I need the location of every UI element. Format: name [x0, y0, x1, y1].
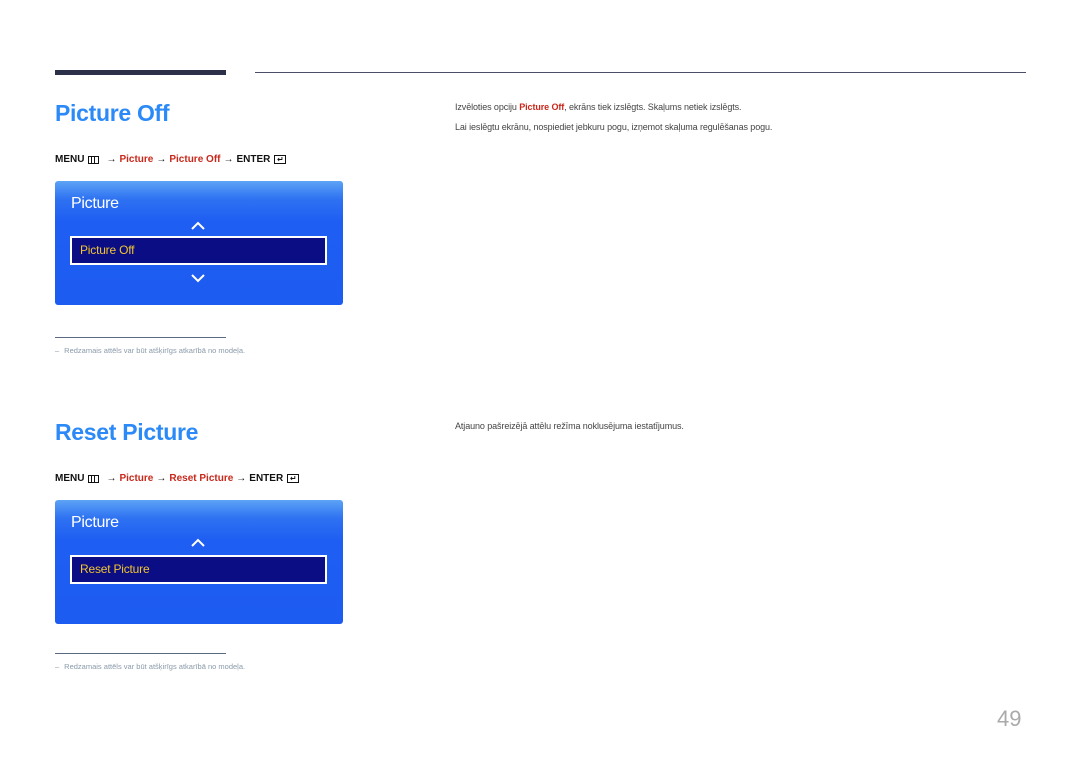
page-number: 49	[997, 706, 1022, 731]
arrow: →	[106, 473, 117, 484]
menu-grid-icon	[88, 474, 100, 483]
section-title-reset-picture: Reset Picture	[55, 419, 199, 445]
description-line-1: Izvēloties opciju Picture Off, ekrāns ti…	[455, 102, 742, 112]
osd-panel-picture-off: Picture Picture Off	[55, 181, 343, 305]
footnote-text: Redzamais attēls var būt atšķirīgs atkar…	[64, 346, 246, 355]
description-line-2: Lai ieslēgtu ekrānu, nospiediet jebkuru …	[455, 122, 773, 132]
panel-title: Picture	[71, 514, 119, 531]
menu-item-picture-off[interactable]: Picture Off	[70, 236, 327, 265]
menu-item-reset-picture[interactable]: Reset Picture	[70, 555, 327, 584]
arrow: →	[106, 154, 117, 165]
footnote: – Redzamais attēls var būt atšķirīgs atka…	[55, 662, 245, 671]
chevron-up-icon[interactable]	[191, 536, 205, 550]
enter-icon: ↵	[274, 155, 287, 164]
arrow: →	[223, 154, 234, 165]
chevron-down-icon[interactable]	[191, 271, 205, 285]
path-step-picture-off: Picture Off	[169, 154, 221, 165]
path-step-picture: Picture	[119, 473, 154, 484]
footnote-text: Redzamais attēls var būt atšķirīgs atkar…	[64, 662, 246, 671]
menu-label: MENU	[55, 154, 85, 165]
path-step-reset-picture: Reset Picture	[169, 473, 234, 484]
menu-label: MENU	[55, 473, 85, 484]
footnote-dash: –	[55, 662, 60, 671]
enter-label: ENTER	[249, 473, 284, 484]
description-highlight: Picture Off	[519, 102, 565, 112]
chevron-up-icon[interactable]	[191, 219, 205, 233]
footnote-divider	[55, 653, 226, 654]
menu-path-reset-picture: MENU → Picture → Reset Picture → ENTER ↵	[55, 473, 300, 484]
footnote: – Redzamais attēls var būt atšķirīgs atka…	[55, 346, 245, 355]
section-title-picture-off: Picture Off	[55, 100, 170, 126]
menu-grid-icon	[88, 155, 100, 164]
enter-label: ENTER	[236, 154, 271, 165]
menu-path-picture-off: MENU → Picture → Picture Off → ENTER ↵	[55, 154, 287, 165]
osd-panel-reset-picture: Picture Reset Picture	[55, 500, 343, 624]
footnote-dash: –	[55, 346, 60, 355]
footnote-divider	[55, 337, 226, 338]
header-rule-thin	[255, 72, 1026, 73]
panel-title: Picture	[71, 195, 119, 212]
arrow: →	[156, 154, 167, 165]
header-rule-thick	[55, 70, 226, 75]
description-text: Izvēloties opciju	[455, 102, 520, 112]
description-line-1: Atjauno pašreizējā attēlu režīma noklusē…	[455, 421, 684, 431]
enter-icon: ↵	[287, 474, 300, 483]
arrow: →	[236, 473, 247, 484]
description-text: , ekrāns tiek izslēgts. Skaļums netiek i…	[564, 102, 742, 112]
path-step-picture: Picture	[119, 154, 154, 165]
arrow: →	[156, 473, 167, 484]
